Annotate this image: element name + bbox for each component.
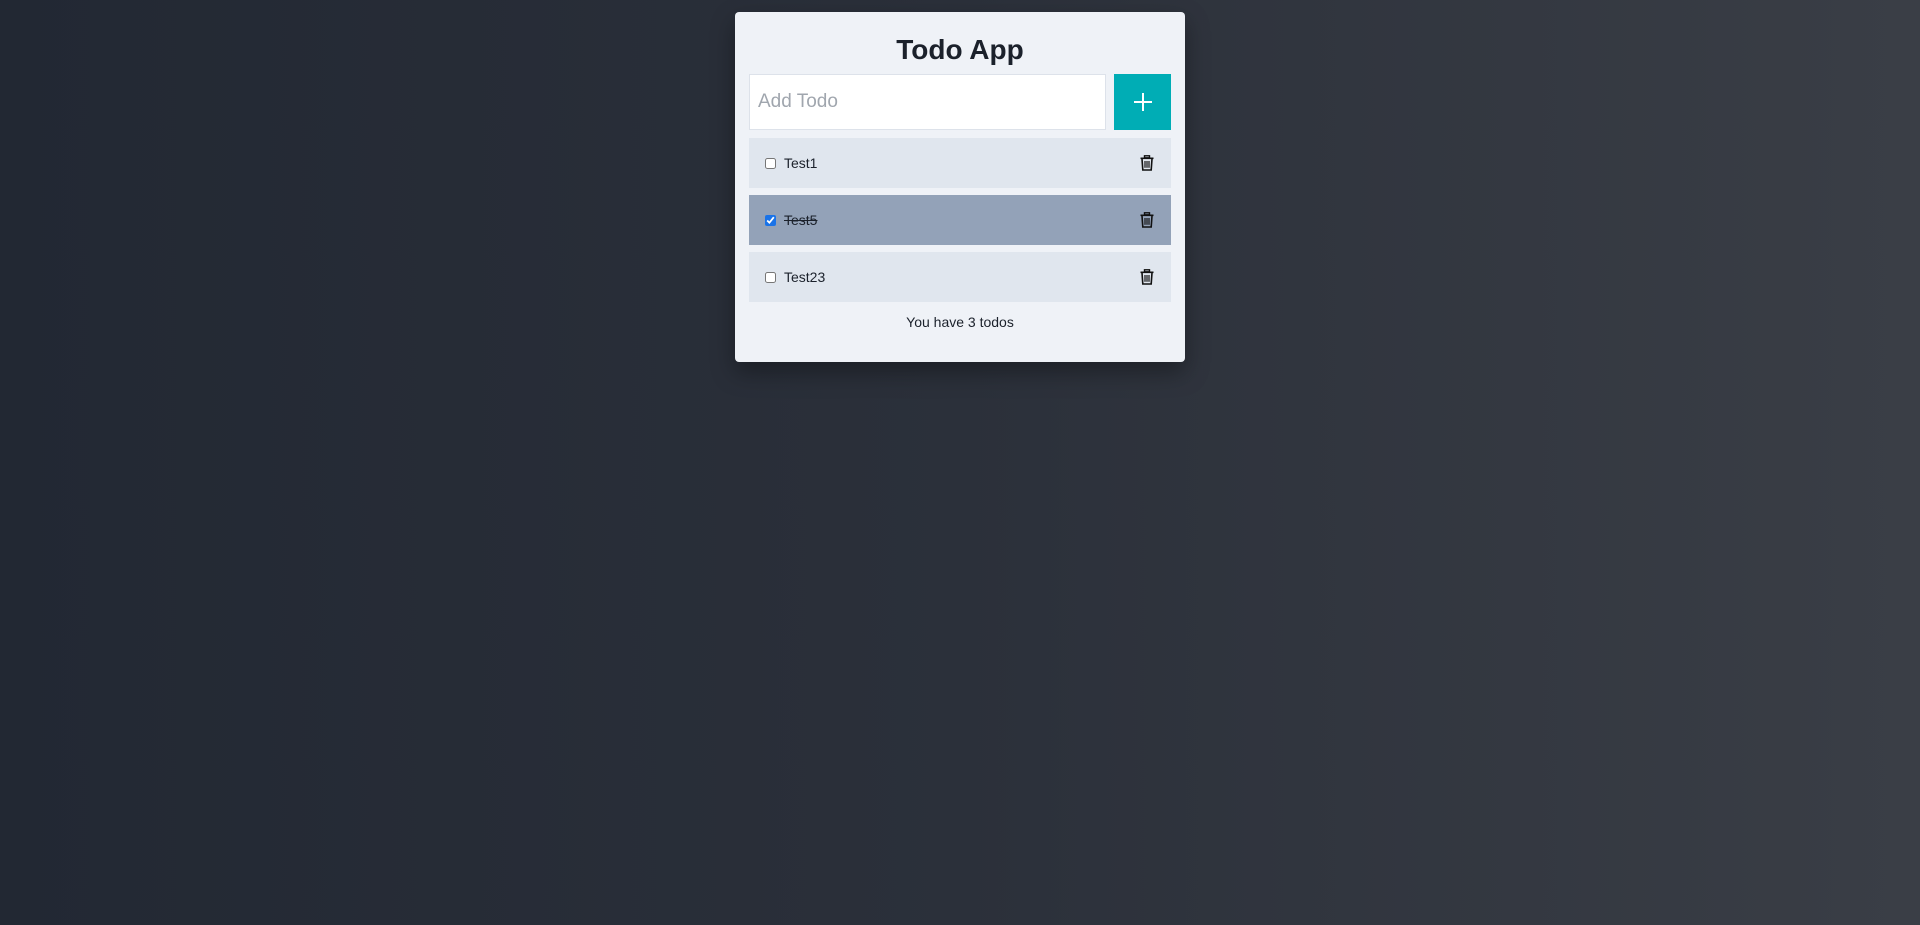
todo-count-summary: You have 3 todos [906,314,1014,330]
delete-todo-button[interactable] [1137,210,1157,230]
delete-todo-button[interactable] [1137,267,1157,287]
todo-checkbox[interactable] [765,157,776,169]
plus-icon [1133,93,1152,111]
trash-icon [1140,155,1154,171]
todo-checkbox[interactable] [765,271,776,283]
trash-icon [1140,269,1154,285]
todo-text: Test5 [784,212,818,228]
delete-todo-button[interactable] [1137,153,1157,173]
add-todo-row [749,74,1171,130]
todo-item: Test5 [749,195,1171,245]
todo-text: Test1 [784,155,818,171]
trash-icon [1140,212,1154,228]
page-title: Todo App [896,34,1024,65]
add-todo-input[interactable] [749,74,1106,130]
todo-list: Test1 Test5 Test23 [749,138,1171,302]
todo-text: Test23 [784,269,826,285]
todo-item: Test23 [749,252,1171,302]
todo-item: Test1 [749,138,1171,188]
todo-checkbox[interactable] [765,214,776,226]
todo-card: Todo App Test1 [735,12,1185,362]
add-todo-button[interactable] [1114,74,1171,130]
